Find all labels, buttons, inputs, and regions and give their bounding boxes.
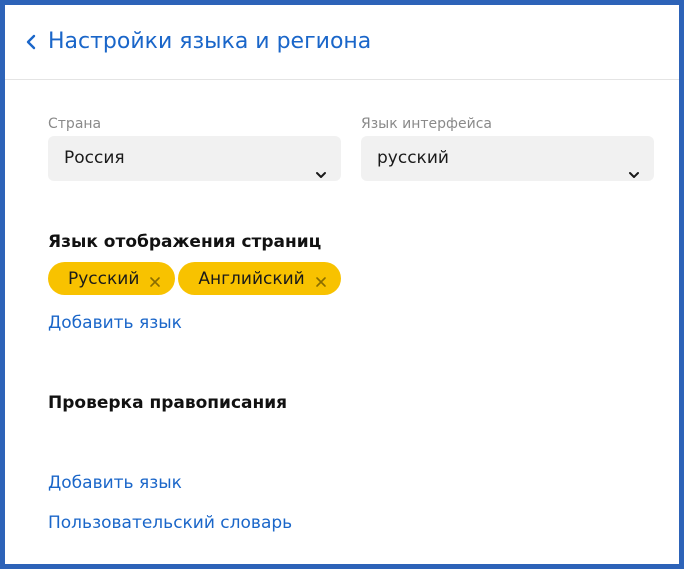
spellcheck-title: Проверка правописания <box>48 393 288 413</box>
interface-language-value: русский <box>377 148 449 168</box>
country-label: Страна <box>48 116 102 132</box>
language-chips: Русский Английский <box>48 262 341 295</box>
settings-panel: Настройки языка и региона Страна Россия … <box>0 0 684 569</box>
add-page-language-link[interactable]: Добавить язык <box>48 313 182 333</box>
country-select[interactable]: Россия <box>48 136 341 181</box>
language-chip-russian: Русский <box>48 262 176 295</box>
interface-language-label: Язык интерфейса <box>361 116 492 132</box>
user-dictionary-link[interactable]: Пользовательский словарь <box>48 513 292 533</box>
page-languages-title: Язык отображения страниц <box>48 232 322 252</box>
close-icon[interactable] <box>149 273 161 287</box>
country-value: Россия <box>64 148 125 168</box>
chip-label: Русский <box>68 268 140 289</box>
page-header: Настройки языка и региона <box>5 5 679 80</box>
chevron-down-icon <box>315 153 327 178</box>
chevron-left-icon[interactable] <box>22 32 42 52</box>
add-spellcheck-language-link[interactable]: Добавить язык <box>48 473 182 493</box>
page-title: Настройки языка и региона <box>48 29 372 54</box>
language-chip-english: Английский <box>178 262 341 295</box>
chevron-down-icon <box>628 153 640 178</box>
interface-language-select[interactable]: русский <box>361 136 654 181</box>
chip-label: Английский <box>198 268 305 289</box>
close-icon[interactable] <box>315 273 327 287</box>
